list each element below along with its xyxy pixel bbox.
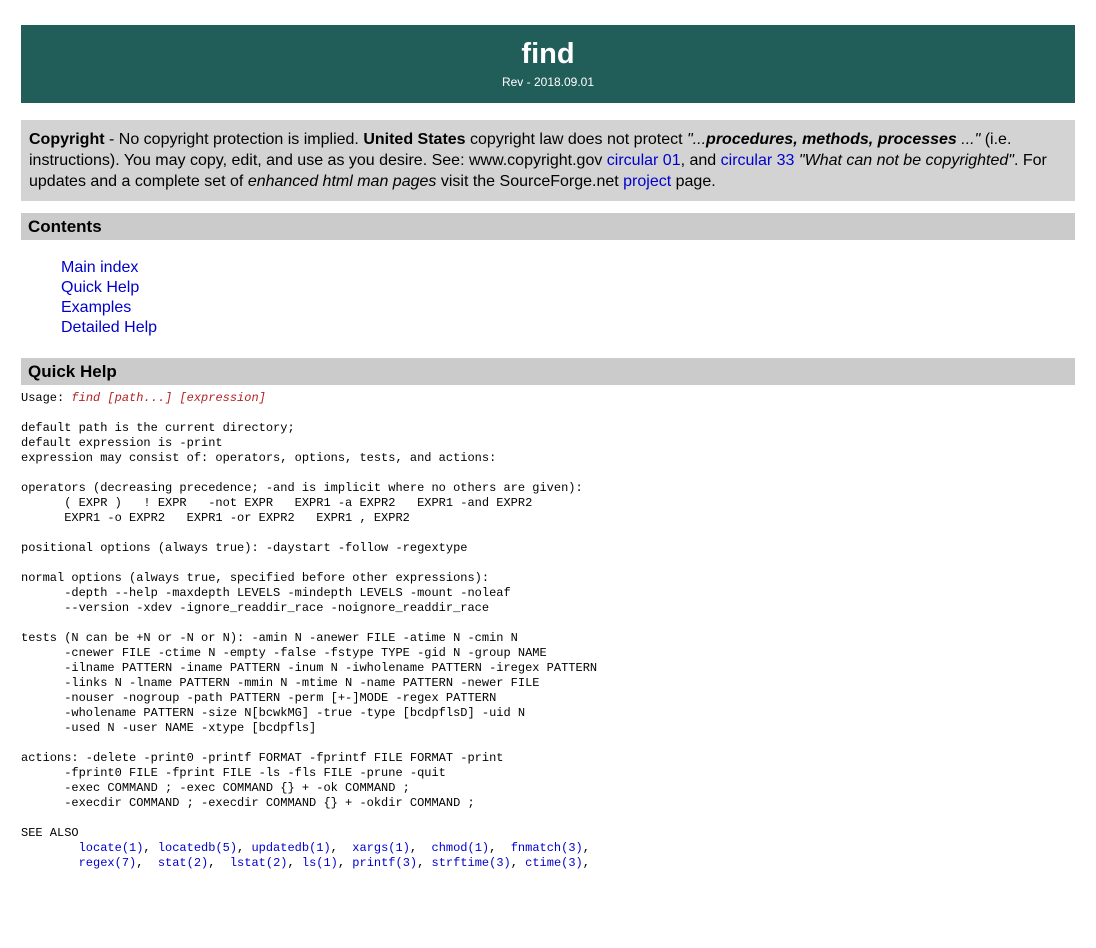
quick-help-text: , bbox=[410, 841, 432, 855]
quick-help-text: default path is the current directory; bbox=[21, 421, 295, 435]
quick-help-text: operators (decreasing precedence; -and i… bbox=[21, 481, 583, 495]
copyright-link-circular-33[interactable]: circular 33 bbox=[721, 152, 795, 169]
quick-help-text: normal options (always true, specified b… bbox=[21, 571, 489, 585]
copyright-link-project[interactable]: project bbox=[623, 173, 671, 190]
quick-help-text: , bbox=[331, 841, 353, 855]
copyright-text: Copyright bbox=[29, 131, 105, 148]
quick-help-text: EXPR1 -o EXPR2 EXPR1 -or EXPR2 EXPR1 , E… bbox=[21, 511, 410, 525]
contents-heading: Contents bbox=[28, 217, 102, 236]
copyright-notice: Copyright - No copyright protection is i… bbox=[21, 120, 1075, 201]
quick-help-link-locate-1[interactable]: locate(1) bbox=[79, 841, 144, 855]
quick-help-text: , bbox=[511, 856, 525, 870]
quick-help-link-ls-1[interactable]: ls(1) bbox=[302, 856, 338, 870]
quick-help-text: , bbox=[143, 841, 157, 855]
copyright-text: page. bbox=[671, 173, 715, 190]
quick-help-text: --version -xdev -ignore_readdir_race -no… bbox=[21, 601, 489, 615]
quick-help-text: -wholename PATTERN -size N[bcwkMG] -true… bbox=[21, 706, 525, 720]
copyright-link-circular-01[interactable]: circular 01 bbox=[607, 152, 681, 169]
quick-help-text: , bbox=[417, 856, 431, 870]
quick-help-text: , bbox=[237, 841, 251, 855]
quick-help-text: , bbox=[489, 841, 511, 855]
copyright-text: procedures, methods, processes bbox=[706, 131, 957, 148]
quick-help-section-header: Quick Help bbox=[21, 358, 1075, 385]
copyright-text: - No copyright protection is implied. bbox=[105, 131, 364, 148]
quick-help-text: -nouser -nogroup -path PATTERN -perm [+-… bbox=[21, 691, 496, 705]
copyright-text: enhanced html man pages bbox=[248, 173, 437, 190]
contents-section-header: Contents bbox=[21, 213, 1075, 240]
quick-help-text: default expression is -print bbox=[21, 436, 223, 450]
quick-help-link-strftime-3[interactable]: strftime(3) bbox=[432, 856, 511, 870]
copyright-text: United States bbox=[363, 131, 465, 148]
contents-link-detailed-help[interactable]: Detailed Help bbox=[61, 318, 1075, 338]
quick-help-text: -ilname PATTERN -iname PATTERN -inum N -… bbox=[21, 661, 597, 675]
revision-date: Rev - 2018.09.01 bbox=[502, 75, 594, 89]
quick-help-link-ctime-3[interactable]: ctime(3) bbox=[525, 856, 583, 870]
quick-help-text: , bbox=[583, 841, 590, 855]
quick-help-text: -used N -user NAME -xtype [bcdpfls] bbox=[21, 721, 316, 735]
quick-help-text: -exec COMMAND ; -exec COMMAND {} + -ok C… bbox=[21, 781, 410, 795]
copyright-text: Copyright - No copyright protection is i… bbox=[29, 131, 1047, 190]
man-page: find Rev - 2018.09.01 Copyright - No cop… bbox=[21, 25, 1075, 871]
quick-help-text: Usage: bbox=[21, 391, 71, 405]
quick-help-text bbox=[21, 841, 79, 855]
quick-help-heading: Quick Help bbox=[28, 362, 117, 381]
quick-help-text: , bbox=[287, 856, 301, 870]
quick-help-link-printf-3[interactable]: printf(3) bbox=[352, 856, 417, 870]
quick-help-text: , bbox=[208, 856, 230, 870]
quick-help-text: tests (N can be +N or -N or N): -amin N … bbox=[21, 631, 518, 645]
quick-help-text bbox=[21, 856, 79, 870]
quick-help-text: positional options (always true): -dayst… bbox=[21, 541, 467, 555]
contents-link-main-index[interactable]: Main index bbox=[61, 258, 1075, 278]
quick-help-text: -fprint0 FILE -fprint FILE -ls -fls FILE… bbox=[21, 766, 446, 780]
quick-help-text: , bbox=[583, 856, 590, 870]
contents-link-quick-help[interactable]: Quick Help bbox=[61, 278, 1075, 298]
contents-link-examples[interactable]: Examples bbox=[61, 298, 1075, 318]
quick-help-link-updatedb-1[interactable]: updatedb(1) bbox=[251, 841, 330, 855]
page-header-banner: find Rev - 2018.09.01 bbox=[21, 25, 1075, 103]
copyright-text: visit the SourceForge.net bbox=[436, 173, 623, 190]
quick-help-text: actions: -delete -print0 -printf FORMAT … bbox=[21, 751, 503, 765]
quick-help-link-chmod-1[interactable]: chmod(1) bbox=[432, 841, 490, 855]
copyright-text: "What can not be copyrighted" bbox=[799, 152, 1014, 169]
quick-help-text: , bbox=[338, 856, 352, 870]
page-title: find bbox=[521, 39, 574, 69]
quick-help-link-stat-2[interactable]: stat(2) bbox=[158, 856, 208, 870]
quick-help-link-locatedb-5[interactable]: locatedb(5) bbox=[158, 841, 237, 855]
quick-help-text: , bbox=[136, 856, 158, 870]
quick-help-text: -depth --help -maxdepth LEVELS -mindepth… bbox=[21, 586, 511, 600]
copyright-text: ..." bbox=[957, 131, 980, 148]
copyright-text: , and bbox=[681, 152, 721, 169]
quick-help-text: -cnewer FILE -ctime N -empty -false -fst… bbox=[21, 646, 547, 660]
quick-help-link-fnmatch-3[interactable]: fnmatch(3) bbox=[511, 841, 583, 855]
contents-links: Main indexQuick HelpExamplesDetailed Hel… bbox=[61, 258, 1075, 338]
copyright-text: "... bbox=[687, 131, 706, 148]
quick-help-text: SEE ALSO bbox=[21, 826, 79, 840]
quick-help-text: -execdir COMMAND ; -execdir COMMAND {} +… bbox=[21, 796, 475, 810]
quick-help-text: ( EXPR ) ! EXPR -not EXPR EXPR1 -a EXPR2… bbox=[21, 496, 532, 510]
quick-help-text: find [path...] [expression] bbox=[71, 391, 265, 405]
quick-help-link-regex-7[interactable]: regex(7) bbox=[79, 856, 137, 870]
quick-help-link-xargs-1[interactable]: xargs(1) bbox=[352, 841, 410, 855]
quick-help-link-lstat-2[interactable]: lstat(2) bbox=[230, 856, 288, 870]
quick-help-text: -links N -lname PATTERN -mmin N -mtime N… bbox=[21, 676, 539, 690]
copyright-text: copyright law does not protect bbox=[466, 131, 687, 148]
quick-help-text: Usage: find [path...] [expression] defau… bbox=[21, 391, 1075, 871]
quick-help-text: expression may consist of: operators, op… bbox=[21, 451, 496, 465]
